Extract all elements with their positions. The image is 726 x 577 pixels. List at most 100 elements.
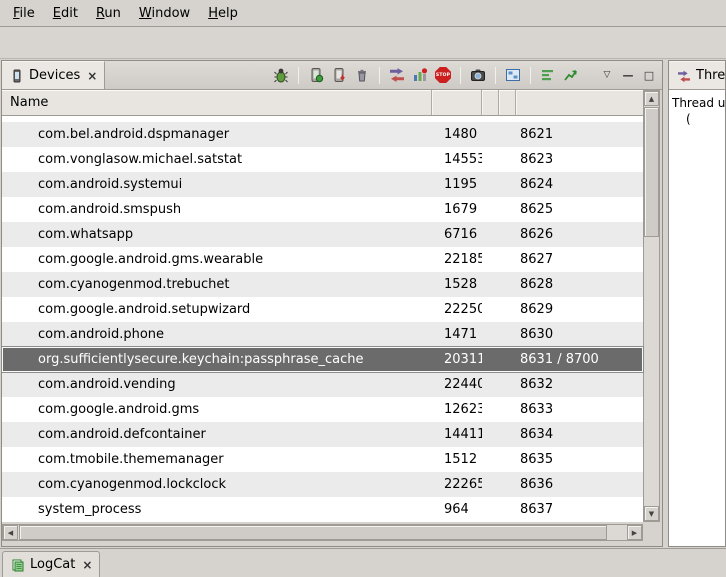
capture-systrace-icon[interactable] (539, 66, 557, 84)
process-pid: 1471 (432, 327, 482, 342)
device-icon (9, 67, 24, 85)
table-row[interactable]: system_process 964 8637 (2, 497, 643, 522)
view-menu-icon[interactable]: ▽ (599, 70, 615, 80)
tab-devices[interactable]: Devices × (2, 61, 105, 89)
table-row[interactable]: com.tmobile.thememanager 1512 8635 (2, 447, 643, 472)
scroll-down-icon[interactable]: ▼ (644, 506, 659, 521)
cause-gc-icon[interactable] (353, 66, 371, 84)
process-pid: 14553 (432, 152, 482, 167)
process-pid: 14411 (432, 427, 482, 442)
scroll-left-icon[interactable]: ◀ (3, 525, 18, 540)
process-pid: 22440 (432, 377, 482, 392)
toolbar-separator (460, 67, 461, 84)
process-pid: 22265 (432, 477, 482, 492)
stop-process-icon[interactable]: STOP (434, 66, 452, 84)
table-row[interactable]: com.google.android.setupwizard 22250 862… (2, 297, 643, 322)
minimize-icon[interactable]: — (620, 69, 636, 82)
process-name: com.bel.android.dspmanager (2, 127, 432, 142)
update-threads-icon[interactable] (388, 66, 406, 84)
process-name: com.android.phone (2, 327, 432, 342)
table-row[interactable]: com.google.android.gms.wearable 22185 86… (2, 247, 643, 272)
scroll-up-icon[interactable]: ▲ (644, 91, 659, 106)
maximize-icon[interactable]: □ (641, 69, 657, 82)
process-pid: 1528 (432, 277, 482, 292)
horizontal-scrollbar[interactable]: ◀ ▶ (2, 524, 643, 541)
threads-message: Thread up ( (669, 90, 725, 546)
process-port: 8629 (516, 302, 643, 317)
dump-hprof-icon[interactable] (330, 66, 348, 84)
column-header-name[interactable]: Name (2, 90, 432, 115)
close-tab-icon[interactable]: × (80, 558, 92, 572)
process-pid: 12623 (432, 402, 482, 417)
update-heap-icon[interactable] (307, 66, 325, 84)
close-tab-icon[interactable]: × (85, 69, 97, 83)
table-row[interactable]: com.bel.android.dspmanager 1480 8621 (2, 122, 643, 147)
process-port: 8623 (516, 152, 643, 167)
table-row[interactable]: com.vonglasow.michael.satstat 14553 8623 (2, 147, 643, 172)
threads-message-line2: ( (672, 111, 725, 127)
toolbar-separator (495, 67, 496, 84)
process-port: 8626 (516, 227, 643, 242)
table-row[interactable]: com.android.defcontainer 14411 8634 (2, 422, 643, 447)
process-name: com.vonglasow.michael.satstat (2, 152, 432, 167)
process-name: system_process (2, 502, 432, 517)
vertical-scroll-thumb[interactable] (644, 107, 659, 237)
toolbar-separator (379, 67, 380, 84)
table-row[interactable]: com.android.smspush 1679 8625 (2, 197, 643, 222)
process-name: com.cyanogenmod.lockclock (2, 477, 432, 492)
tab-logcat-label: LogCat (30, 557, 75, 572)
devices-tabbar: Devices × (2, 61, 662, 90)
process-name: com.google.android.gms (2, 402, 432, 417)
method-profiling-icon[interactable] (411, 66, 429, 84)
table-row[interactable]: com.google.android.gms 12623 8633 (2, 397, 643, 422)
tab-threads[interactable]: Threa (669, 61, 725, 89)
process-name: com.whatsapp (2, 227, 432, 242)
process-name: com.cyanogenmod.trebuchet (2, 277, 432, 292)
column-header-1[interactable] (482, 90, 499, 115)
process-port: 8636 (516, 477, 643, 492)
stop-label: STOP (436, 73, 450, 78)
column-header-pid[interactable] (432, 90, 482, 115)
column-header-port[interactable] (516, 90, 643, 115)
process-port: 8624 (516, 177, 643, 192)
horizontal-scroll-thumb[interactable] (19, 525, 607, 540)
vertical-scrollbar[interactable]: ▲ ▼ (643, 90, 660, 522)
debug-icon[interactable] (272, 66, 290, 84)
stop-octagon: STOP (435, 67, 451, 83)
screen-capture-icon[interactable] (469, 66, 487, 84)
menu-edit[interactable]: Edit (44, 3, 87, 24)
devices-panel: Devices × (1, 60, 663, 547)
view-hierarchy-icon[interactable] (504, 66, 522, 84)
process-port: 8634 (516, 427, 643, 442)
menu-window[interactable]: Window (130, 3, 199, 24)
process-pid: 964 (432, 502, 482, 517)
threads-tabbar: Threa (669, 61, 725, 90)
main-area: Devices × (0, 59, 726, 548)
scroll-right-icon[interactable]: ▶ (627, 525, 642, 540)
ddms-window: File Edit Run Window Help Devices × (0, 0, 726, 577)
process-name: com.android.systemui (2, 177, 432, 192)
table-row[interactable]: com.cyanogenmod.lockclock 22265 8636 (2, 472, 643, 497)
process-port: 8630 (516, 327, 643, 342)
threads-icon (676, 67, 691, 85)
process-pid: 1195 (432, 177, 482, 192)
process-pid: 20311 (432, 352, 482, 367)
menu-file[interactable]: File (4, 3, 44, 24)
table-row[interactable]: com.android.phone 1471 8630 (2, 322, 643, 347)
table-row[interactable]: com.cyanogenmod.trebuchet 1528 8628 (2, 272, 643, 297)
table-row[interactable]: com.android.vending 22440 8632 (2, 372, 643, 397)
threads-message-line1: Thread up (672, 95, 725, 111)
menu-help[interactable]: Help (199, 3, 247, 24)
opengl-trace-icon[interactable] (562, 66, 580, 84)
devices-toolbar: STOP ▽ (272, 61, 662, 89)
table-row[interactable]: org.sufficientlysecure.keychain:passphra… (2, 347, 643, 372)
tab-threads-label: Threa (696, 68, 725, 83)
table-row[interactable]: com.android.systemui 1195 8624 (2, 172, 643, 197)
tab-logcat[interactable]: LogCat × (2, 551, 100, 577)
process-name: com.android.defcontainer (2, 427, 432, 442)
table-row[interactable]: com.whatsapp 6716 8626 (2, 222, 643, 247)
menu-run[interactable]: Run (87, 3, 130, 24)
menu-bar: File Edit Run Window Help (0, 0, 726, 27)
column-header-2[interactable] (499, 90, 516, 115)
bottom-tabbar: LogCat × (0, 548, 726, 577)
